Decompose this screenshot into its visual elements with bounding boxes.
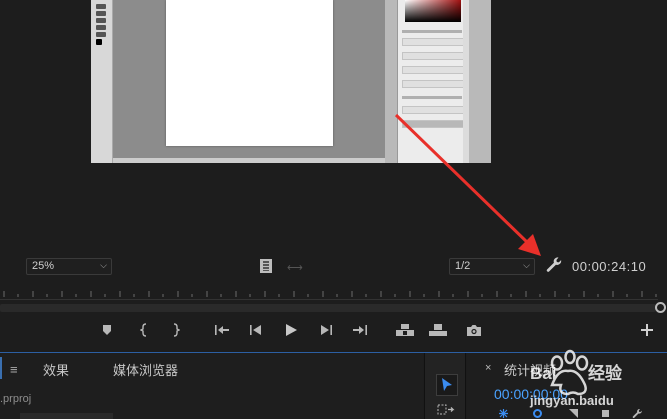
baidu-jingyan-watermark-logo: Bai 经验 jingyan.baidu xyxy=(529,349,623,408)
chevron-down-icon: ⌵ xyxy=(523,260,530,270)
add-marker-button[interactable] xyxy=(98,322,116,338)
embedded-scrollbar xyxy=(463,0,469,163)
embedded-color-picker xyxy=(405,0,461,22)
overwrite-button[interactable] xyxy=(428,322,448,338)
embedded-row xyxy=(402,66,464,74)
embedded-layer-row xyxy=(402,120,464,128)
zoom-scrollbar[interactable] xyxy=(0,304,656,312)
playback-resolution-select[interactable]: 1/2 ⌵ xyxy=(449,258,535,275)
embedded-row xyxy=(402,38,464,46)
playback-ruler[interactable] xyxy=(0,286,667,316)
search-field[interactable] xyxy=(20,413,113,419)
step-back-button[interactable] xyxy=(247,322,265,338)
playback-resolution-value: 1/2 xyxy=(455,260,471,272)
program-timecode[interactable]: 00:00:24:10 xyxy=(572,259,646,274)
embedded-statusbar xyxy=(113,158,385,163)
embedded-tool-icon xyxy=(96,32,106,37)
ruler-baseline xyxy=(0,299,658,300)
embedded-tool-icon xyxy=(96,4,106,9)
export-frame-icon[interactable] xyxy=(465,322,483,338)
go-to-in-button[interactable] xyxy=(213,322,231,338)
embedded-row xyxy=(402,80,464,88)
embedded-tool-icon xyxy=(96,11,106,16)
mark-in-button[interactable] xyxy=(136,322,154,338)
svg-text:经验: 经验 xyxy=(588,363,623,383)
go-to-out-button[interactable] xyxy=(351,322,369,338)
track-select-tool-icon[interactable] xyxy=(436,401,458,419)
embedded-row xyxy=(402,106,464,114)
active-panel-indicator xyxy=(0,357,2,379)
chevron-down-icon: ⌵ xyxy=(100,260,107,270)
embedded-toolbar xyxy=(91,0,113,163)
tab-media-browser[interactable]: 媒体浏览器 xyxy=(113,360,178,379)
embedded-document xyxy=(166,0,333,146)
mark-out-button[interactable] xyxy=(166,322,184,338)
tab-effects[interactable]: 效果 xyxy=(43,360,69,379)
embedded-swatch-icon xyxy=(96,39,102,45)
play-icon[interactable] xyxy=(282,322,300,338)
program-monitor-video-frame xyxy=(91,0,491,163)
step-forward-button[interactable] xyxy=(317,322,335,338)
embedded-canvas-area xyxy=(113,0,385,158)
zoom-level-select[interactable]: 25% ⌵ xyxy=(26,258,112,275)
embedded-panels xyxy=(397,0,469,163)
embedded-divider xyxy=(402,96,462,99)
close-icon[interactable]: × xyxy=(485,362,491,374)
svg-text:jingyan.baidu: jingyan.baidu xyxy=(529,393,614,408)
panel-menu-icon[interactable]: ≡ xyxy=(10,362,18,377)
embedded-tool-icon xyxy=(96,25,106,30)
insert-button[interactable] xyxy=(395,322,415,338)
film-strip-icon[interactable] xyxy=(260,259,272,273)
wrench-icon[interactable] xyxy=(545,256,563,274)
embedded-divider xyxy=(402,30,462,33)
audio-waveform-icon[interactable]: ⟷ xyxy=(287,261,303,274)
embedded-tool-icon xyxy=(96,18,106,23)
selection-tool-icon[interactable] xyxy=(436,374,458,396)
plus-icon[interactable] xyxy=(638,322,656,338)
svg-text:Bai: Bai xyxy=(530,364,556,383)
zoom-level-value: 25% xyxy=(32,260,55,272)
zoom-scrollbar-handle[interactable] xyxy=(655,302,666,313)
embedded-row xyxy=(402,52,464,60)
ruler-ticks xyxy=(3,291,657,297)
project-file-name[interactable]: .prproj xyxy=(0,393,31,405)
